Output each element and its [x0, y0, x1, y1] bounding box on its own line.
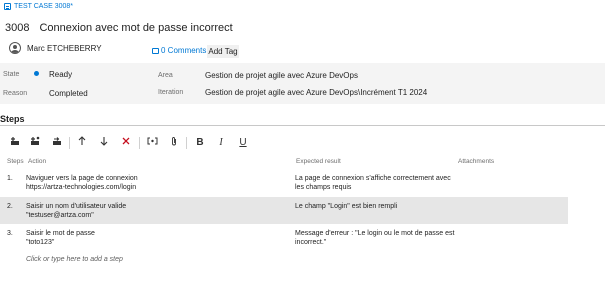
state-dot-icon [34, 71, 39, 76]
col-action: Action [28, 158, 47, 165]
step-action[interactable]: Saisir le mot de passe "toto123" [26, 229, 95, 247]
add-tag-button[interactable]: Add Tag [207, 45, 239, 58]
iteration-field[interactable]: Gestion de projet agile avec Azure DevOp… [205, 88, 427, 97]
col-steps: Steps [7, 158, 24, 165]
breadcrumb-label: TEST CASE 3008* [14, 3, 74, 10]
toolbar-separator [69, 137, 70, 149]
steps-heading: Steps [0, 114, 25, 124]
insert-step-icon[interactable] [8, 136, 22, 150]
area-label: Area [158, 72, 173, 79]
create-shared-steps-icon[interactable] [50, 136, 64, 150]
step-action[interactable]: Saisir un nom d'utilisateur valide "test… [26, 202, 126, 220]
avatar [9, 42, 21, 54]
state-label: State [3, 71, 20, 78]
state-field[interactable]: Ready [49, 70, 72, 79]
bold-icon[interactable]: B [193, 136, 207, 150]
reason-field[interactable]: Completed [49, 89, 88, 98]
work-item-id: 3008 [5, 22, 30, 34]
step-expected[interactable]: Le champ "Login" est bien rempli [295, 202, 397, 211]
reason-label: Reason [3, 90, 28, 97]
toolbar-separator [139, 137, 140, 149]
move-down-icon[interactable] [97, 136, 111, 150]
steps-divider [0, 125, 605, 126]
assigned-user[interactable]: Marc ETCHEBERRY [9, 42, 102, 54]
user-name: Marc ETCHEBERRY [27, 43, 102, 53]
comment-icon [152, 47, 159, 54]
step-number: 3. [7, 230, 13, 237]
step-expected[interactable]: Message d'erreur : "Le login ou le mot d… [295, 229, 454, 247]
insert-shared-steps-icon[interactable] [28, 136, 42, 150]
area-field[interactable]: Gestion de projet agile avec Azure DevOp… [205, 71, 358, 80]
col-expected: Expected result [296, 158, 341, 165]
comments-link[interactable]: 0 Comments [152, 46, 206, 55]
page-title[interactable]: Connexion avec mot de passe incorrect [39, 22, 232, 34]
work-item-title[interactable]: 3008 Connexion avec mot de passe incorre… [5, 22, 233, 34]
iteration-label: Iteration [158, 89, 184, 96]
col-attachments: Attachments [458, 158, 495, 165]
toolbar-separator [186, 137, 187, 149]
breadcrumb[interactable]: TEST CASE 3008* [4, 3, 73, 10]
add-step-input[interactable]: Click or type here to add a step [26, 256, 123, 263]
comments-label: 0 Comments [161, 46, 207, 55]
underline-icon[interactable]: U [236, 136, 250, 150]
test-case-icon [4, 3, 11, 10]
italic-icon[interactable]: I [214, 136, 228, 150]
move-up-icon[interactable] [75, 136, 89, 150]
attachment-icon[interactable] [167, 136, 181, 150]
step-number: 1. [7, 175, 13, 182]
step-number: 2. [7, 203, 13, 210]
insert-parameter-icon[interactable] [145, 136, 159, 150]
step-expected[interactable]: La page de connexion s'affiche correctem… [295, 174, 451, 192]
delete-icon[interactable] [119, 136, 133, 150]
fields-panel [0, 63, 605, 104]
step-action[interactable]: Naviguer vers la page de connexion https… [26, 174, 138, 192]
